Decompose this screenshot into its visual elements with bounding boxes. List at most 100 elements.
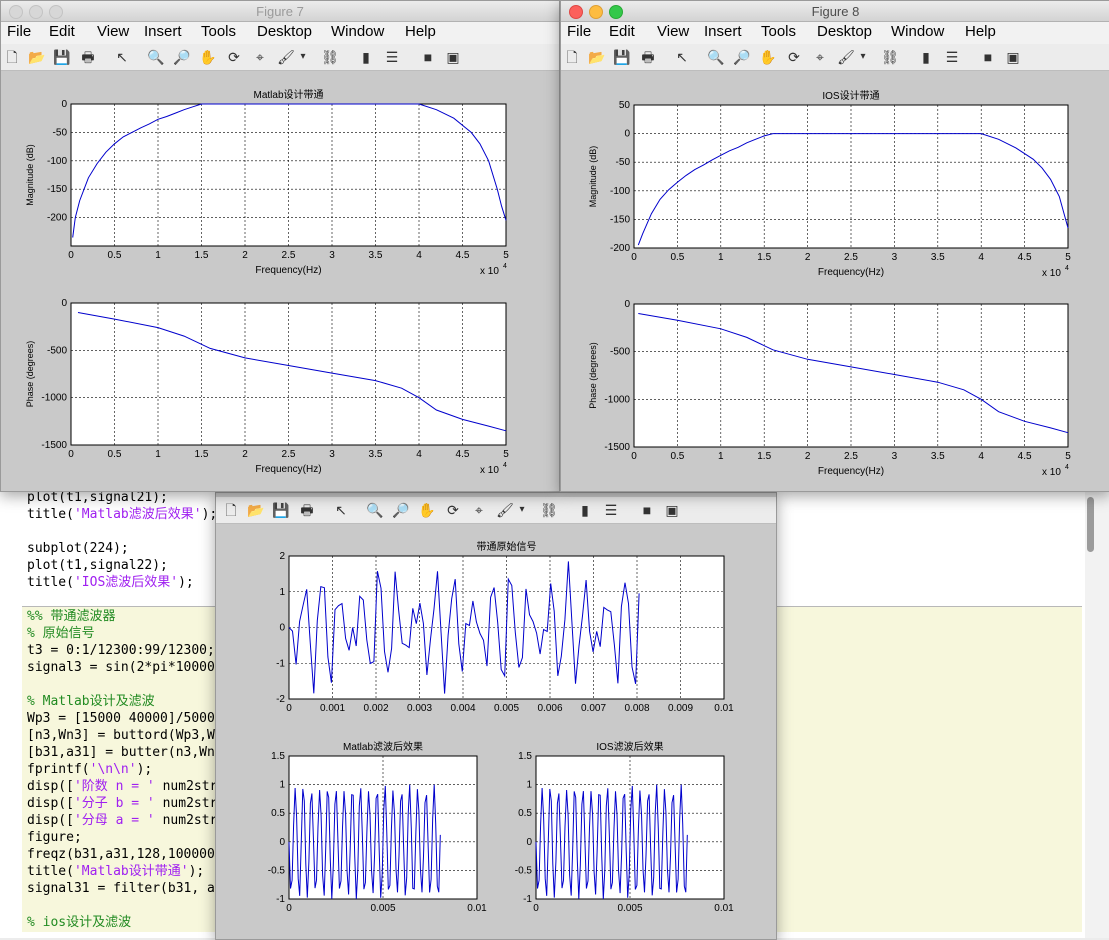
figure-window-signal[interactable]: 🗋 📂 💾 🖶 ↖ 🔍 🔎 ✋ ⟳ ⌖ 🖌 ▾ ⛓ ▮ ☰ ■ ▣ 0 0.001 0.002 0.003 0.004 0… [215,492,777,940]
rotate-3d-icon[interactable]: ⟳ [785,48,803,66]
dropdown-arrow-icon[interactable]: ▾ [299,48,307,66]
brush-icon[interactable]: 🖌 [837,48,855,66]
colorbar-icon[interactable]: ▮ [917,48,935,66]
colorbar-icon[interactable]: ▮ [357,48,375,66]
code-line[interactable]: title('IOS滤波后效果'); [27,574,194,591]
code-line[interactable]: disp(['分子 b = ' num2str [27,795,217,812]
link-plot-icon[interactable]: ⛓ [540,501,558,519]
new-figure-icon[interactable]: 🗋 [3,48,21,66]
print-icon[interactable]: 🖶 [639,48,657,66]
colorbar-icon[interactable]: ▮ [576,501,594,519]
code-line[interactable]: % Matlab设计及滤波 [27,693,155,710]
data-cursor-icon[interactable]: ⌖ [470,501,488,519]
code-line[interactable]: title('Matlab滤波后效果'); [27,506,217,523]
axes[interactable]: 0 0.5 1 1.5 2 2.5 3 3.5 4 4.5 5 0 -50 -100 -150 -200 Mat… [25,88,509,277]
data-cursor-icon[interactable]: ⌖ [811,48,829,66]
dropdown-arrow-icon[interactable]: ▾ [518,501,526,519]
axes[interactable]: 0 0.005 0.01 1.5 1 0.5 0 -0.5 -1 Matlab滤波后效果 [268,740,487,914]
figure-8-titlebar[interactable]: Figure 8 [561,1,1109,22]
save-icon[interactable]: 💾 [272,501,290,519]
legend-icon[interactable]: ☰ [383,48,401,66]
pointer-icon[interactable]: ↖ [113,48,131,66]
code-line[interactable]: title('Matlab设计带通'); [27,863,204,880]
data-cursor-icon[interactable]: ⌖ [251,48,269,66]
code-line[interactable]: % 原始信号 [27,625,95,642]
zoom-out-icon[interactable]: 🔎 [733,48,751,66]
code-line[interactable]: fprintf('\n\n'); [27,761,152,778]
pan-hand-icon[interactable]: ✋ [199,48,217,66]
new-figure-icon[interactable]: 🗋 [222,501,240,519]
show-plot-tools-icon[interactable]: ▣ [1004,48,1022,66]
pan-hand-icon[interactable]: ✋ [759,48,777,66]
new-figure-icon[interactable]: 🗋 [563,48,581,66]
menu-window[interactable]: Window [891,23,944,40]
menu-help[interactable]: Help [405,23,436,40]
axes[interactable]: 0 0.001 0.002 0.003 0.004 0.005 0.006 0.007 0.00… [276,540,734,714]
code-line[interactable]: % ios设计及滤波 [27,914,131,931]
axes[interactable]: 0 0.5 1 1.5 2 2.5 3 3.5 4 4.5 5 50 0 -50 -100 -150 -200 I… [588,89,1071,279]
pointer-icon[interactable]: ↖ [332,501,350,519]
menu-edit[interactable]: Edit [609,23,635,40]
brush-icon[interactable]: 🖌 [496,501,514,519]
axes[interactable]: 0 0.005 0.01 1.5 1 0.5 0 -0.5 -1 IOS滤波后效果 [515,740,734,914]
menu-insert[interactable]: Insert [144,23,182,40]
figure-7-titlebar[interactable]: Figure 7 [1,1,559,22]
menu-desktop[interactable]: Desktop [817,23,872,40]
menu-view[interactable]: View [97,23,129,40]
zoom-out-icon[interactable]: 🔎 [392,501,410,519]
code-line[interactable]: disp(['分母 a = ' num2str [27,812,217,829]
menu-file[interactable]: File [567,23,591,40]
axes[interactable]: 0 0.5 1 1.5 2 2.5 3 3.5 4 4.5 5 0 -500 -1000 -1500 Freq… [25,298,509,476]
zoom-in-icon[interactable]: 🔍 [707,48,725,66]
figure-7-plots[interactable]: 0 0.5 1 1.5 2 2.5 3 3.5 4 4.5 5 0 -50 -100 -150 -200 Mat… [1,71,559,491]
menu-tools[interactable]: Tools [201,23,236,40]
code-line[interactable]: t3 = 0:1/12300:99/12300; [27,642,215,659]
legend-icon[interactable]: ☰ [602,501,620,519]
code-line[interactable]: [b31,a31] = butter(n3,Wn [27,744,215,761]
hide-plot-tools-icon[interactable]: ■ [419,48,437,66]
print-icon[interactable]: 🖶 [298,501,316,519]
open-file-icon[interactable]: 📂 [247,501,265,519]
zoom-in-icon[interactable]: 🔍 [147,48,165,66]
code-line[interactable]: disp(['阶数 n = ' num2str [27,778,217,795]
code-line[interactable]: signal31 = filter(b31, a [27,880,215,897]
code-line[interactable]: freqz(b31,a31,128,100000 [27,846,215,863]
print-icon[interactable]: 🖶 [79,48,97,66]
pointer-icon[interactable]: ↖ [673,48,691,66]
legend-icon[interactable]: ☰ [943,48,961,66]
code-line[interactable]: plot(t1,signal22); [27,557,168,574]
figure-window-7[interactable]: Figure 7 File Edit View Insert Tools Desktop W… [0,0,560,492]
open-file-icon[interactable]: 📂 [588,48,606,66]
plot-canvas[interactable]: 0 0.001 0.002 0.003 0.004 0.005 0.006 0.007 0.00… [216,529,776,939]
save-icon[interactable]: 💾 [53,48,71,66]
menu-window[interactable]: Window [331,23,384,40]
editor-scrollbar-thumb[interactable] [1087,497,1094,552]
code-line[interactable]: figure; [27,829,82,846]
hide-plot-tools-icon[interactable]: ■ [638,501,656,519]
figure-window-8[interactable]: Figure 8 File Edit View Insert Tools Desktop W… [560,0,1109,492]
code-line[interactable]: %% 带通滤波器 [27,608,115,625]
menu-view[interactable]: View [657,23,689,40]
save-icon[interactable]: 💾 [613,48,631,66]
plot-canvas[interactable]: 0 0.5 1 1.5 2 2.5 3 3.5 4 4.5 5 0 -50 -100 -150 -200 Mat… [1,71,559,491]
open-file-icon[interactable]: 📂 [28,48,46,66]
code-line[interactable]: signal3 = sin(2*pi*10000 [27,659,215,676]
brush-icon[interactable]: 🖌 [277,48,295,66]
menu-edit[interactable]: Edit [49,23,75,40]
rotate-3d-icon[interactable]: ⟳ [444,501,462,519]
axes[interactable]: 0 0.5 1 1.5 2 2.5 3 3.5 4 4.5 5 0 -500 -1000 -1500 Freq… [588,299,1071,478]
menu-help[interactable]: Help [965,23,996,40]
link-plot-icon[interactable]: ⛓ [881,48,899,66]
code-line[interactable]: [n3,Wn3] = buttord(Wp3,W [27,727,215,744]
plot-canvas[interactable]: 0 0.5 1 1.5 2 2.5 3 3.5 4 4.5 5500-50-100-150-200I… [561,71,1109,491]
show-plot-tools-icon[interactable]: ▣ [663,501,681,519]
hide-plot-tools-icon[interactable]: ■ [979,48,997,66]
code-line[interactable]: subplot(224); [27,540,129,557]
zoom-in-icon[interactable]: 🔍 [366,501,384,519]
figure-8-plots[interactable]: 0 0.5 1 1.5 2 2.5 3 3.5 4 4.5 5 50 0 -50 -100 -150 -200 I… [561,71,1109,491]
code-line[interactable]: Wp3 = [15000 40000]/5000 [27,710,215,727]
menu-file[interactable]: File [7,23,31,40]
rotate-3d-icon[interactable]: ⟳ [225,48,243,66]
menu-insert[interactable]: Insert [704,23,742,40]
show-plot-tools-icon[interactable]: ▣ [444,48,462,66]
